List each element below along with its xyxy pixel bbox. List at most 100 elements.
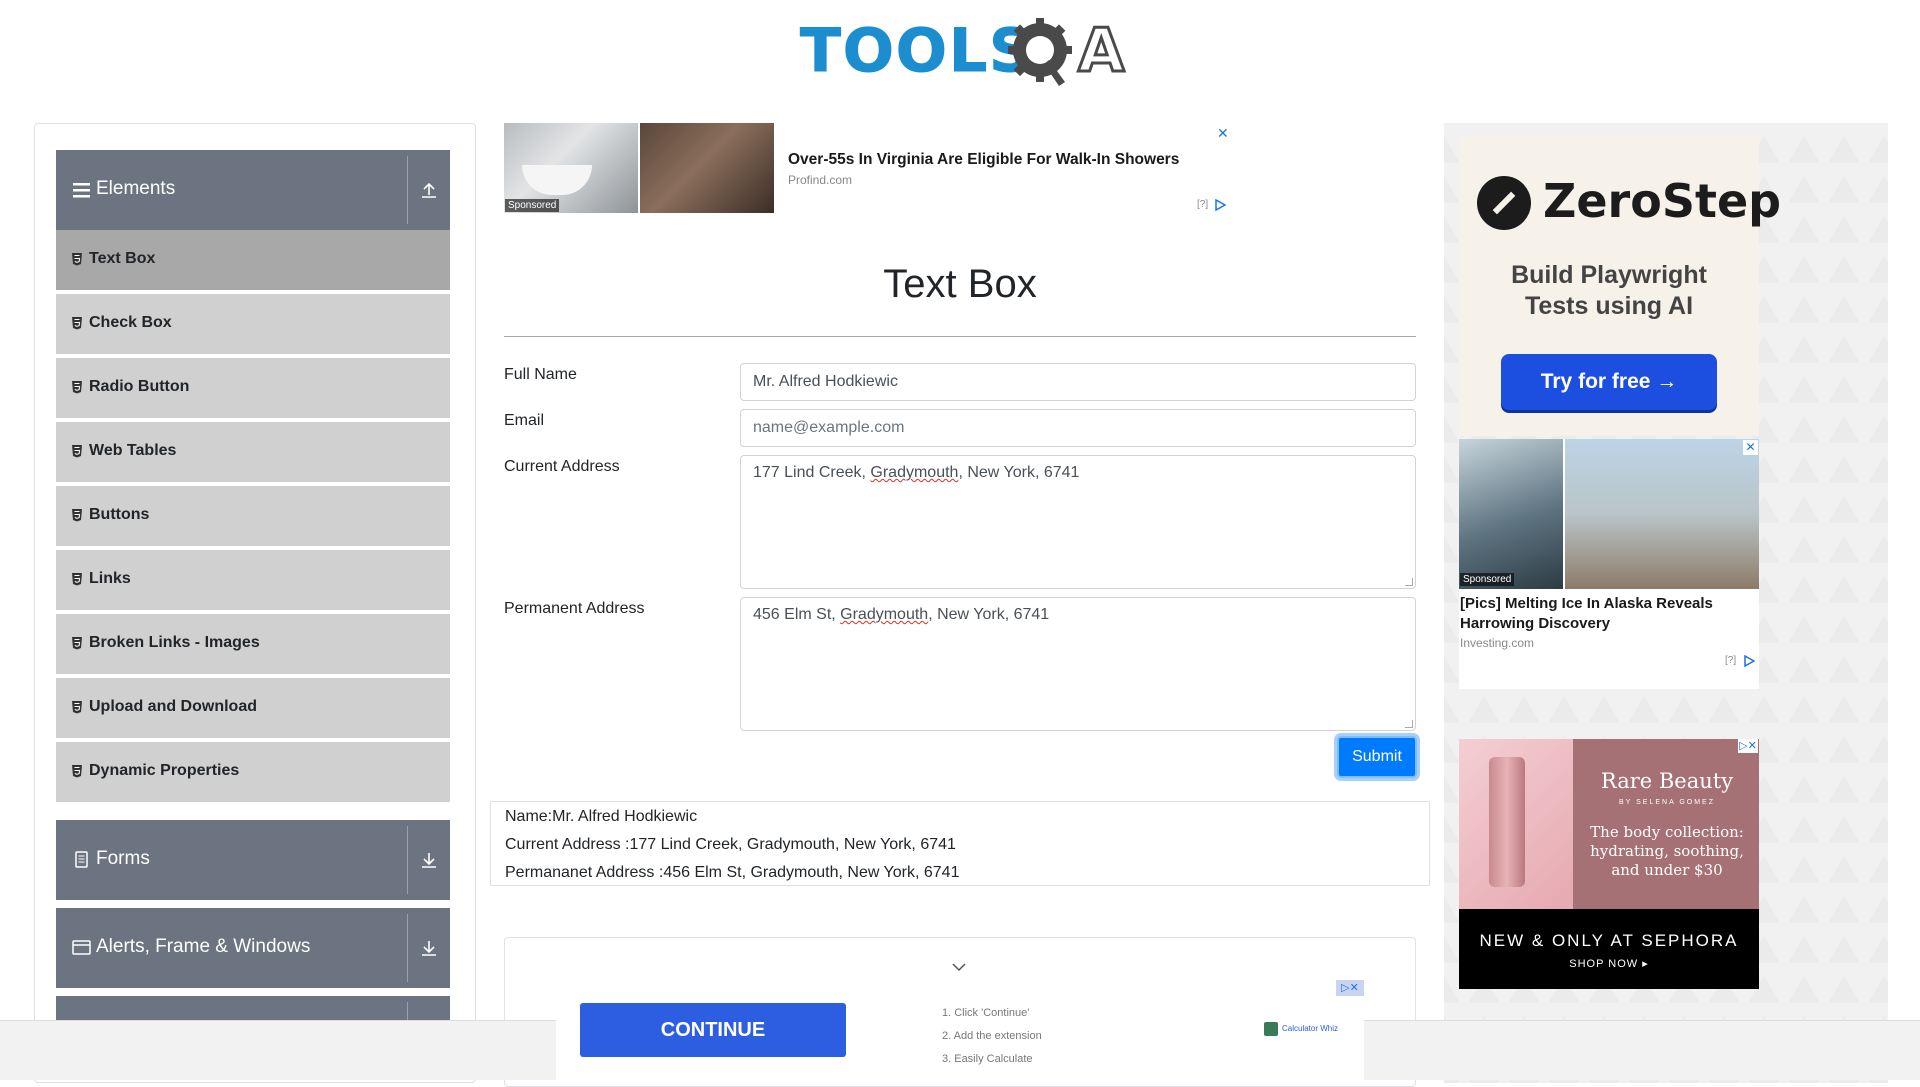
current-address-textarea[interactable]: 177 Lind Creek, Gradymouth, New York, 67… <box>740 455 1416 589</box>
group-label: Alerts, Frame & Windows <box>96 936 311 957</box>
ad-source[interactable]: Investing.com <box>1460 636 1534 650</box>
ad-melting-ice[interactable]: Sponsored ✕ [Pics] Melting Ice In Alaska… <box>1459 439 1759 689</box>
sidebar-item-label: Upload and Download <box>89 698 257 715</box>
textarea-text: , New York, 6741 <box>928 606 1050 623</box>
ad-headline-line: Tests using AI <box>1524 292 1694 320</box>
resize-handle[interactable] <box>1405 720 1413 728</box>
sponsored-label: Sponsored <box>505 199 560 212</box>
logo-text: TOOLS <box>799 16 1035 87</box>
misspelled-word: Gradymouth <box>840 606 929 623</box>
sponsored-label: Sponsored <box>1460 573 1515 586</box>
resize-handle[interactable] <box>1405 578 1413 586</box>
group-header-elements[interactable]: Elements <box>56 150 450 230</box>
adchoices-icon[interactable] <box>1214 199 1226 211</box>
sidebar-item-label: Links <box>89 570 131 587</box>
collapse-arrow-icon[interactable] <box>419 180 439 200</box>
output-name: Name:Mr. Alfred Hodkiewic <box>505 808 698 825</box>
full-name-input[interactable]: Mr. Alfred Hodkiewic <box>740 363 1416 401</box>
ad-band-title: NEW & ONLY AT SEPHORA <box>1479 931 1739 950</box>
email-label: Email <box>504 412 545 429</box>
output-permanent-address: Permananet Address :456 Elm St, Gradymou… <box>505 864 960 881</box>
adchoices-label[interactable]: [?] <box>1197 199 1208 210</box>
sidebar-item-label: Dynamic Properties <box>89 762 240 779</box>
sidebar-item-broken-links-images[interactable]: Broken Links - Images <box>56 614 450 676</box>
ad-image-ice <box>1459 439 1563 589</box>
submit-button[interactable]: Submit <box>1337 736 1417 778</box>
group-label: Elements <box>96 178 176 199</box>
html5-icon <box>72 381 82 394</box>
try-for-free-button[interactable]: Try for free → <box>1501 354 1717 410</box>
ad-headline[interactable]: [Pics] Melting Ice In Alaska Reveals Har… <box>1460 594 1758 634</box>
ad-brand: Calculator Whiz <box>1282 1024 1339 1033</box>
ad-headline: Build Playwright Tests using AI <box>1459 260 1759 322</box>
ad-image-site <box>1565 439 1759 589</box>
logo-text-a: A <box>1076 15 1125 88</box>
zerostep-logo-icon <box>1477 176 1531 230</box>
sidebar-item-upload-and-download[interactable]: Upload and Download <box>56 678 450 740</box>
adchoices-icon[interactable]: ▷✕ <box>1336 980 1364 996</box>
textarea-text: 456 Elm St, <box>753 606 841 623</box>
sidebar-item-buttons[interactable]: Buttons <box>56 486 450 548</box>
ad-step: 1. Click 'Continue' <box>942 1007 1030 1019</box>
sidebar-item-label: Web Tables <box>89 442 177 459</box>
ad-calculator-whiz[interactable]: CONTINUE 1. Click 'Continue' 2. Add the … <box>556 980 1364 1080</box>
sidebar-item-label: Buttons <box>89 506 150 523</box>
ad-steps: 1. Click 'Continue' 2. Add the extension… <box>942 1002 1042 1071</box>
bottle-shape <box>1489 757 1525 887</box>
textarea-text: 177 Lind Creek, <box>753 464 871 481</box>
header: TOOLS A <box>0 0 1920 100</box>
ad-rare-beauty[interactable]: Rare Beauty BY SELENA GOMEZ The body col… <box>1459 739 1759 989</box>
full-name-label: Full Name <box>504 366 577 383</box>
banner-ad-walk-in-showers[interactable]: Sponsored Over-55s In Virginia Are Eligi… <box>504 123 1234 215</box>
expand-arrow-icon[interactable] <box>419 850 439 870</box>
sidebar-item-links[interactable]: Links <box>56 550 450 612</box>
html5-icon <box>72 317 82 330</box>
ad-headline-line: Build Playwright <box>1511 261 1707 289</box>
chevron-down-icon[interactable] <box>950 958 968 976</box>
ad-step: 3. Easily Calculate <box>942 1053 1033 1065</box>
permanent-address-textarea[interactable]: 456 Elm St, Gradymouth, New York, 6741 <box>740 597 1416 731</box>
sidebar-item-label: Radio Button <box>89 378 190 395</box>
misspelled-word: Gradymouth <box>870 464 959 481</box>
current-address-label: Current Address <box>504 458 620 475</box>
toolsqa-logo[interactable]: TOOLS A <box>799 14 1125 90</box>
ad-source[interactable]: Profind.com <box>788 173 852 187</box>
expand-arrow-icon[interactable] <box>419 938 439 958</box>
shop-now-link[interactable]: SHOP NOW ▸ <box>1459 957 1759 970</box>
permanent-address-label: Permanent Address <box>504 600 645 617</box>
group-header-forms[interactable]: Forms <box>56 820 450 900</box>
group-label: Forms <box>96 848 150 869</box>
group-header-alerts[interactable]: Alerts, Frame & Windows <box>56 908 450 988</box>
ad-image-product <box>1459 739 1573 909</box>
divider <box>407 156 408 224</box>
left-sidebar: Elements Text Box Check Box Radio Button… <box>34 123 476 1083</box>
ad-brand: ZeroStep <box>1543 174 1782 228</box>
adchoices-icon[interactable]: ▷✕ <box>1738 739 1758 753</box>
divider <box>407 826 408 894</box>
sidebar-item-label: Broken Links - Images <box>89 634 260 651</box>
document-icon <box>75 851 88 868</box>
ad-zerostep[interactable]: ZeroStep Build Playwright Tests using AI… <box>1459 136 1781 436</box>
continue-button[interactable]: CONTINUE <box>580 1003 846 1057</box>
ad-image-shower <box>640 123 774 213</box>
ad-copy: The body collection: hydrating, soothing… <box>1590 823 1744 879</box>
divider <box>504 336 1416 337</box>
adchoices-label[interactable]: [?] <box>1725 655 1736 666</box>
sidebar-item-dynamic-properties[interactable]: Dynamic Properties <box>56 742 450 804</box>
sidebar-item-web-tables[interactable]: Web Tables <box>56 422 450 484</box>
textarea-text: , New York, 6741 <box>958 464 1080 481</box>
adchoices-icon[interactable] <box>1743 655 1755 667</box>
sidebar-item-check-box[interactable]: Check Box <box>56 294 450 356</box>
ad-headline[interactable]: Over-55s In Virginia Are Eligible For Wa… <box>788 151 1179 169</box>
sidebar-item-radio-button[interactable]: Radio Button <box>56 358 450 420</box>
output-panel: Name:Mr. Alfred Hodkiewic Current Addres… <box>490 801 1430 886</box>
html5-icon <box>72 253 82 266</box>
window-icon <box>72 940 91 955</box>
sidebar-item-text-box[interactable]: Text Box <box>56 230 450 292</box>
close-icon[interactable]: ✕ <box>1743 440 1758 455</box>
ad-band: NEW & ONLY AT SEPHORA SHOP NOW ▸ <box>1459 909 1759 989</box>
email-input[interactable]: name@example.com <box>740 409 1416 447</box>
sidebar-item-label: Check Box <box>89 314 172 331</box>
html5-icon <box>72 509 82 522</box>
close-icon[interactable]: ✕ <box>1217 125 1229 142</box>
